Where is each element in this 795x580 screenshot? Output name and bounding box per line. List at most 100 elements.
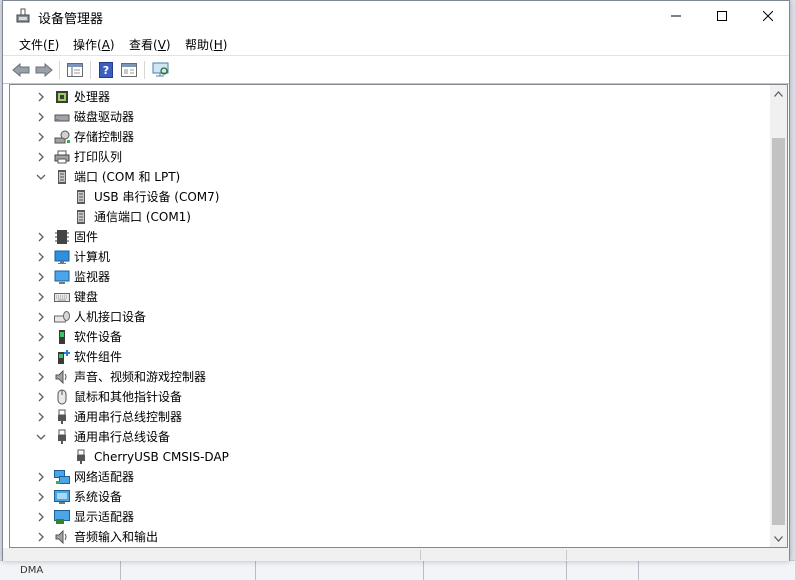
scroll-down-button[interactable] [770,530,787,547]
tree-item-label: 通用串行总线设备 [74,430,171,444]
chevron-down-icon[interactable] [34,430,48,444]
tree-category-item[interactable]: 磁盘驱动器 [10,107,770,127]
chevron-down-icon[interactable] [34,170,48,184]
tree-category-item[interactable]: 计算机 [10,247,770,267]
chevron-right-icon[interactable] [34,410,48,424]
menu-view[interactable]: 查看(V) [129,36,171,53]
tree-category-item[interactable]: 软件设备 [10,327,770,347]
tree-category-item[interactable]: 通用串行总线设备 [10,427,770,447]
forward-button[interactable] [34,61,54,79]
chevron-right-icon[interactable] [34,270,48,284]
back-button[interactable] [11,61,31,79]
tree-category-item[interactable]: 端口 (COM 和 LPT) [10,167,770,187]
tree-category-item[interactable]: 软件组件 [10,347,770,367]
device-tree[interactable]: 处理器磁盘驱动器存储控制器 打印队列端口 (COM 和 LPT) USB 串行设备 … [9,84,788,548]
background-text: DMA [20,565,44,576]
chevron-right-icon[interactable] [34,90,48,104]
tree-category-item[interactable]: 系统设备 [10,487,770,507]
minimize-button[interactable] [653,1,699,31]
tree-item-label: 固件 [74,230,99,244]
software-device-icon [54,329,70,345]
properties-button[interactable] [119,61,139,79]
minimize-icon [671,15,681,17]
tree-category-item[interactable]: 声音、视频和游戏控制器 [10,367,770,387]
tree-category-item[interactable]: 处理器 [10,87,770,107]
software-component-icon [54,349,70,365]
background-divider [423,561,424,580]
chevron-right-icon[interactable] [34,310,48,324]
port-icon [73,209,89,225]
scroll-up-button[interactable] [770,85,787,102]
chevron-right-icon[interactable] [34,370,48,384]
tree-category-item[interactable]: 人机接口设备 [10,307,770,327]
chevron-right-icon[interactable] [34,110,48,124]
usb-icon [54,429,70,445]
chevron-right-icon[interactable] [34,230,48,244]
device-manager-icon [15,8,31,24]
background-divider [255,561,256,580]
scan-hardware-icon [152,62,169,77]
tree-device-item[interactable]: CherryUSB CMSIS-DAP [10,447,770,467]
background-divider [638,561,639,580]
background-divider [120,561,121,580]
chevron-up-icon [774,90,783,97]
chevron-right-icon[interactable] [34,350,48,364]
chevron-right-icon[interactable] [34,290,48,304]
console-tree-button[interactable] [65,61,85,79]
properties-icon [121,63,137,77]
chevron-right-icon[interactable] [34,490,48,504]
background-window-strip: DMA [0,560,795,580]
tree-category-item[interactable]: 固件 [10,227,770,247]
display-adapter-icon [54,509,70,525]
tree-category-item[interactable]: 监视器 [10,267,770,287]
menu-help[interactable]: 帮助(H) [185,36,227,53]
chevron-right-icon[interactable] [34,510,48,524]
storage-controller-icon [54,129,70,145]
help-button[interactable]: ? [96,61,116,79]
forward-arrow-icon [35,63,53,77]
tree-item-label: 端口 (COM 和 LPT) [74,170,181,184]
tree-item-label: 显示适配器 [74,510,135,524]
chevron-right-icon[interactable] [34,390,48,404]
menu-action[interactable]: 操作(A) [73,36,115,53]
chevron-right-icon[interactable] [34,330,48,344]
back-arrow-icon [12,63,30,77]
port-icon [54,169,70,185]
maximize-icon [717,11,727,21]
computer-icon [54,249,70,265]
tree-device-item[interactable]: USB 串行设备 (COM7) [10,187,770,207]
menu-file[interactable]: 文件(F) [19,36,59,53]
toolbar-separator [144,61,145,79]
chevron-right-icon[interactable] [34,250,48,264]
maximize-button[interactable] [699,1,745,31]
chevron-right-icon[interactable] [34,130,48,144]
scan-hardware-button[interactable] [151,61,171,79]
tree-category-item[interactable]: 音频输入和输出 [10,527,770,547]
status-bar [3,548,789,561]
chevron-right-icon[interactable] [34,470,48,484]
tree-category-item[interactable]: 打印队列 [10,147,770,167]
tree-device-item[interactable]: 通信端口 (COM1) [10,207,770,227]
tree-category-item[interactable]: 键盘 [10,287,770,307]
tree-item-label: 计算机 [74,250,111,264]
tree-item-label: 音频输入和输出 [74,530,159,544]
speaker-icon [54,369,70,385]
background-divider [566,561,567,580]
chevron-down-icon [774,535,783,542]
scrollbar-thumb[interactable] [772,138,785,525]
tree-category-item[interactable]: 鼠标和其他指针设备 [10,387,770,407]
tree-category-item[interactable]: 网络适配器 [10,467,770,487]
tree-item-label: 磁盘驱动器 [74,110,135,124]
tree-category-item[interactable]: 显示适配器 [10,507,770,527]
help-icon: ? [99,62,113,78]
chevron-right-icon[interactable] [34,530,48,544]
tree-category-item[interactable]: 通用串行总线控制器 [10,407,770,427]
tree-category-item[interactable]: 存储控制器 [10,127,770,147]
title-bar[interactable]: 设备管理器 [3,1,789,31]
chevron-right-icon[interactable] [34,150,48,164]
close-button[interactable] [745,1,791,31]
vertical-scrollbar[interactable] [770,85,787,547]
tree-item-label: CherryUSB CMSIS-DAP [94,450,229,464]
network-adapter-icon [54,469,70,485]
tree-item-label: 系统设备 [74,490,123,504]
